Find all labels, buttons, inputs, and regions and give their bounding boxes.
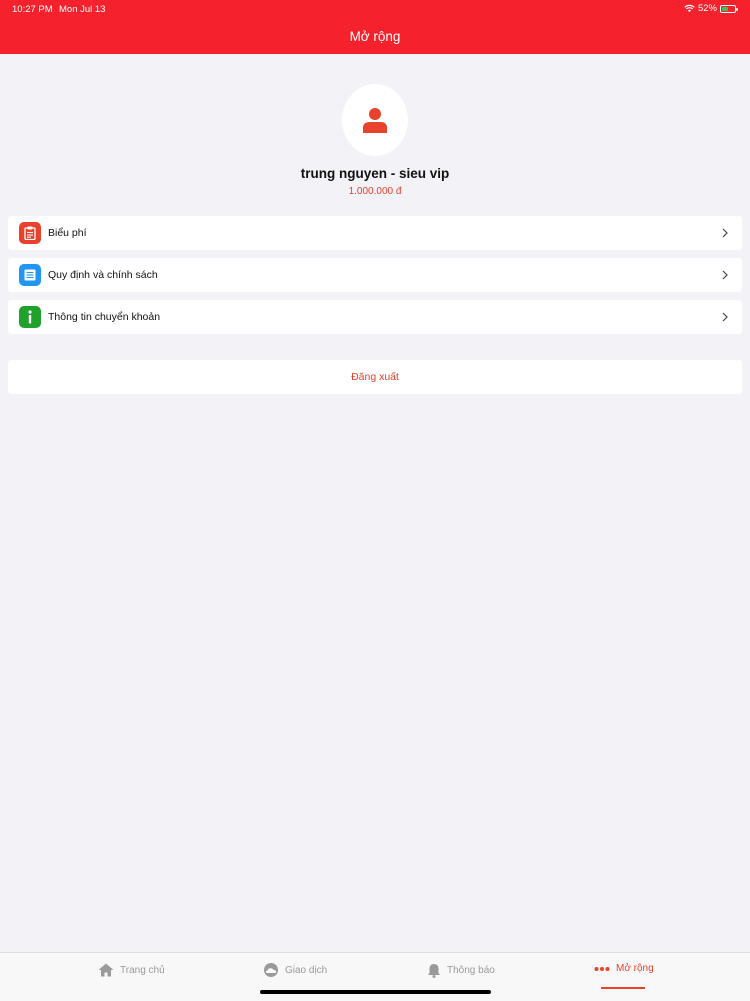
chevron-right-icon: [722, 228, 728, 238]
active-tab-indicator: [601, 987, 645, 989]
battery-icon: [720, 4, 738, 13]
tab-label: Thông báo: [447, 965, 495, 976]
tab-label: Giao dịch: [285, 964, 328, 976]
battery-fill: [722, 6, 728, 11]
menu-list: Biểu phí Quy định và chính sách Thông ti…: [8, 216, 742, 342]
chevron-right-icon: [722, 312, 728, 322]
clipboard-icon: [19, 222, 41, 244]
home-indicator: [260, 990, 491, 994]
chevron-right-icon: [722, 270, 728, 280]
profile-name: trung nguyen - sieu vip: [300, 166, 450, 181]
home-icon: [98, 963, 114, 977]
bell-icon: [428, 964, 440, 978]
wifi-icon: [684, 4, 695, 13]
page-title: Mở rộng: [349, 29, 401, 44]
document-icon: [19, 264, 41, 286]
menu-item-label: Thông tin chuyển khoản: [48, 311, 161, 323]
profile-balance: 1.000.000 đ: [348, 186, 402, 197]
more-dots-icon: [594, 966, 610, 971]
status-date: Mon Jul 13: [59, 4, 106, 15]
status-time: 10:27 PM: [12, 4, 53, 15]
cloud-icon: [264, 963, 278, 977]
menu-item-label: Quy định và chính sách: [48, 269, 158, 281]
tab-label: Mở rộng: [616, 963, 654, 974]
status-bar: 10:27 PM Mon Jul 13 52%: [0, 0, 750, 18]
menu-item-fee-schedule[interactable]: Biểu phí: [8, 216, 742, 250]
status-right: 52%: [684, 3, 738, 14]
tab-label: Trang chủ: [120, 964, 165, 976]
info-icon: [19, 306, 41, 328]
menu-item-policy[interactable]: Quy định và chính sách: [8, 258, 742, 292]
tab-more[interactable]: Mở rộng: [594, 963, 654, 974]
avatar[interactable]: [342, 84, 408, 156]
menu-item-label: Biểu phí: [48, 227, 87, 239]
menu-item-transfer-info[interactable]: Thông tin chuyển khoản: [8, 300, 742, 334]
logout-button[interactable]: Đăng xuất: [8, 360, 742, 394]
battery-percent: 52%: [697, 3, 717, 14]
tab-home[interactable]: Trang chủ: [98, 963, 165, 977]
user-icon: [363, 108, 387, 133]
tab-notifications[interactable]: Thông báo: [427, 963, 495, 978]
tab-transactions[interactable]: Giao dịch: [263, 963, 327, 977]
header-bar: 10:27 PM Mon Jul 13 52% Mở rộng: [0, 0, 750, 54]
